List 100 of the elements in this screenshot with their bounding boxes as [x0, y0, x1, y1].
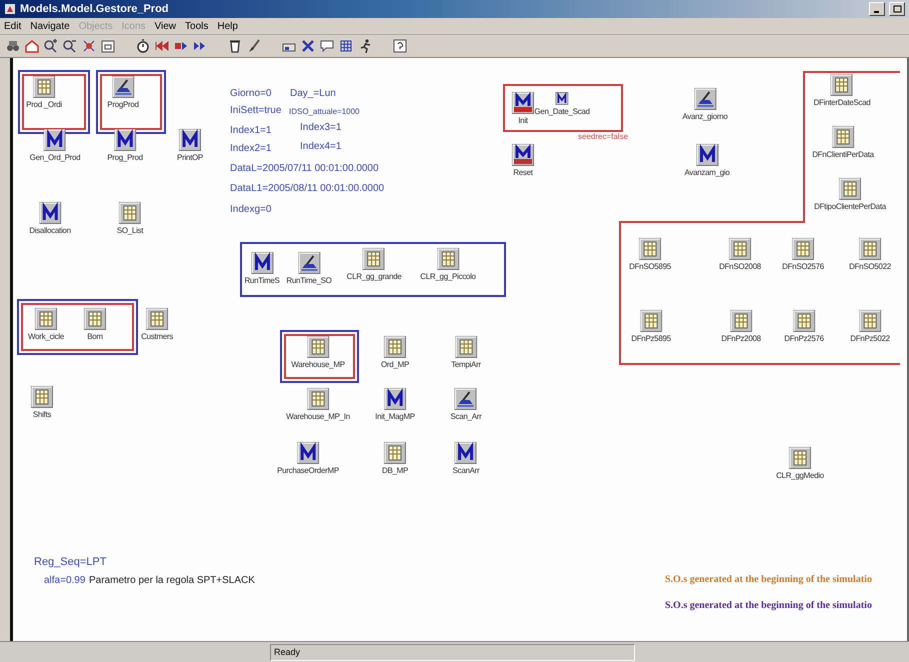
table-icon	[831, 74, 853, 96]
macro-icon	[179, 129, 201, 151]
note-text: S.O.s generated at the beginning of the simulatio	[665, 574, 872, 585]
macro-icon	[44, 129, 66, 151]
toolbar-button[interactable]	[391, 37, 408, 55]
table-icon	[832, 126, 854, 148]
macro-icon	[384, 388, 406, 410]
node-label: Warehouse_MP_In	[286, 412, 350, 421]
variable-text: alfa=0.99	[44, 575, 86, 586]
macro-icon	[512, 92, 534, 114]
menu-item[interactable]: View	[154, 20, 176, 32]
node-label: DFnPz5895	[631, 334, 671, 343]
node-label: Bom	[87, 332, 103, 341]
node-label: DFinterDateScad	[814, 98, 870, 107]
table-icon	[384, 442, 406, 464]
menu-item[interactable]: Help	[217, 20, 238, 32]
macro-icon	[512, 144, 534, 166]
node-label: Avanz_giorno	[682, 112, 728, 121]
node-label: Work_cicle	[28, 332, 64, 341]
node-label: Avanzam_gio	[684, 168, 730, 177]
rewind-icon	[154, 38, 170, 54]
variable-text: Reg_Seq=LPT	[34, 556, 106, 568]
node-label: DB_MP	[382, 466, 408, 475]
grid-icon	[338, 38, 354, 54]
menu-item[interactable]: Edit	[4, 20, 22, 32]
node-label: RunTimeS	[244, 276, 280, 285]
variable-text: Index3=1	[300, 122, 342, 133]
node-label: TempiArr	[451, 360, 481, 369]
table-icon	[31, 386, 53, 408]
table-icon	[839, 178, 861, 200]
table-icon	[792, 238, 814, 260]
macro-icon	[251, 252, 273, 274]
node-label: Scan_Arr	[450, 412, 482, 421]
variable-text: Index1=1	[230, 125, 272, 136]
node-label: DFnSO2008	[719, 262, 761, 271]
scheduler-icon	[112, 76, 134, 98]
scheduler-icon	[298, 252, 320, 274]
macro-icon	[696, 144, 718, 166]
maximize-button[interactable]	[889, 2, 905, 16]
node-label: SO_List	[116, 226, 144, 235]
variable-text: Indexg=0	[230, 204, 272, 215]
variable-text: IniSett=true	[230, 105, 282, 116]
node-label: Warehouse_MP	[291, 360, 345, 369]
zoom-in-icon	[42, 38, 58, 54]
macro-icon	[297, 442, 319, 464]
node-label: PrintOP	[177, 153, 203, 162]
maximize-icon	[892, 5, 902, 13]
table-icon	[859, 238, 881, 260]
table-icon	[384, 336, 406, 358]
zoom-out-icon	[62, 38, 78, 54]
node-label: CLR_gg_Piccolo	[420, 272, 476, 281]
variable-text: DataL=2005/07/11 00:01:00.0000	[230, 163, 379, 174]
macro-icon	[114, 129, 136, 151]
node-label: Gen_Date_Scad	[534, 107, 590, 116]
menu-item[interactable]: Tools	[185, 20, 208, 32]
calendar-icon	[100, 38, 116, 54]
table-icon	[729, 238, 751, 260]
table-icon	[859, 310, 881, 332]
node-label: CLR_ggMedio	[776, 471, 824, 480]
variable-text: DataL1=2005/08/11 00:01:00.0000	[230, 183, 384, 194]
macro-icon	[455, 442, 477, 464]
table-icon	[84, 308, 106, 330]
table-icon	[437, 248, 459, 270]
network-icon	[80, 38, 96, 54]
node-label: DFnPz2008	[721, 334, 761, 343]
table-icon	[730, 310, 752, 332]
node-label: RunTime_SO	[286, 276, 332, 285]
table-icon	[363, 248, 385, 270]
variable-text: Parametro per la regola SPT+SLACK	[89, 575, 255, 586]
variable-text: Day_=Lun	[290, 88, 336, 99]
table-icon	[307, 336, 329, 358]
table-icon	[307, 388, 329, 410]
variable-text: seedrec=false	[578, 132, 628, 141]
table-icon	[146, 308, 168, 330]
table-icon	[33, 76, 55, 98]
help-icon	[392, 38, 408, 54]
node-label: PurchaseOrderMP	[277, 466, 339, 475]
window-title: Models.Model.Gestore_Prod	[20, 3, 170, 15]
node-label: Reset	[513, 168, 533, 177]
node-label: Init	[518, 116, 528, 125]
variable-text: Giorno=0	[230, 88, 272, 99]
table-icon	[793, 310, 815, 332]
table-icon	[455, 336, 477, 358]
scheduler-icon	[455, 388, 477, 410]
node-label: DFnSO5022	[849, 262, 891, 271]
node-label: Gen_Ord_Prod	[30, 153, 80, 162]
node-label: DFnPz2576	[784, 334, 824, 343]
app-icon	[4, 3, 16, 15]
minimize-button[interactable]	[869, 2, 885, 16]
table-icon	[35, 308, 57, 330]
macro-icon	[39, 202, 61, 224]
toolbar-button[interactable]	[42, 37, 59, 55]
scheduler-icon	[694, 88, 716, 110]
home-icon	[24, 38, 40, 54]
node-label: Disallocation	[29, 226, 71, 235]
node-label: CLR_gg_grande	[346, 272, 402, 281]
table-icon	[119, 202, 141, 224]
node-label: ProgProd	[107, 100, 139, 109]
menu-item[interactable]: Navigate	[30, 20, 70, 32]
table-icon	[639, 238, 661, 260]
